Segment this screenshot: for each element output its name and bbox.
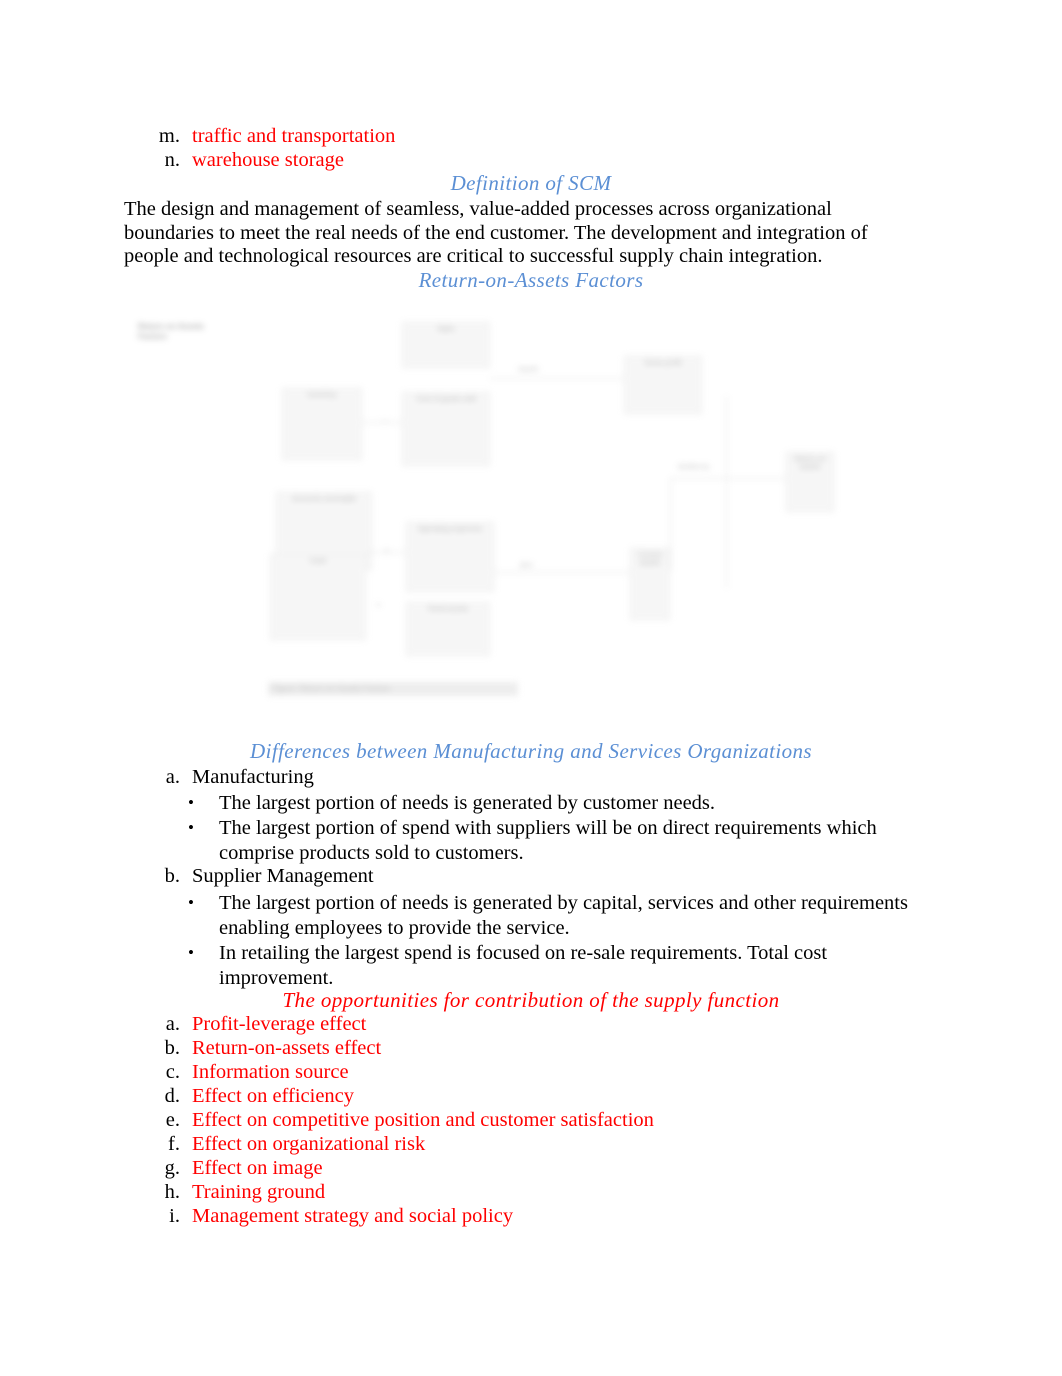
list-marker: a. — [165, 766, 180, 788]
bullet-label: The largest portion of spend with suppli… — [219, 817, 877, 864]
diagram-box-fixed-assets: Fixed assets — [406, 602, 490, 656]
diagram-box-operating-expenses: Operating expenses — [406, 522, 494, 592]
bullet-icon: • — [188, 893, 194, 912]
diagram-box-cost-of-goods-sold: Cost of goods sold — [402, 392, 490, 466]
list-item-label: Supplier Management — [192, 865, 374, 887]
list-item-supplier-management: b. Supplier Management — [146, 864, 374, 888]
list-item-label: Effect on organizational risk — [192, 1133, 426, 1155]
list-marker: g. — [164, 1157, 180, 1179]
list-item: b. Return-on-assets effect — [146, 1036, 654, 1060]
list-item: i. Management strategy and social policy — [146, 1204, 654, 1228]
list-item-label: Effect on competitive position and custo… — [192, 1109, 654, 1131]
diagram-box-sales: Sales — [402, 322, 490, 368]
list-item: g. Effect on image — [146, 1156, 654, 1180]
document-page: m. traffic and transportation n. warehou… — [0, 0, 1062, 1376]
heading-definition-of-scm: Definition of SCM — [450, 171, 612, 195]
diagram-connector — [490, 378, 624, 379]
list-item: f. Effect on organizational risk — [146, 1132, 654, 1156]
list-marker: e. — [165, 1109, 180, 1131]
heading-opportunities-supply-function: The opportunities for contribution of th… — [282, 988, 780, 1012]
list-marker: f. — [168, 1133, 180, 1155]
diagram-operator-plus-2: + — [376, 600, 382, 610]
bullet-label: The largest portion of needs is generate… — [219, 892, 908, 939]
diagram-connector — [366, 552, 406, 553]
heading-return-on-assets-factors: Return-on-Assets Factors — [418, 268, 644, 292]
list-item-label: Return-on-assets effect — [192, 1037, 382, 1059]
list-marker: b. — [164, 1037, 180, 1059]
list-item-label: Profit-leverage effect — [192, 1013, 367, 1035]
diagram-connector — [670, 478, 671, 570]
list-item-label: Management strategy and social policy — [192, 1205, 514, 1227]
diagram-box-return-on-assets: Return on assets — [786, 452, 834, 512]
list-item: c. Information source — [146, 1060, 654, 1084]
bullet-label: In retailing the largest spend is focuse… — [219, 942, 828, 989]
bullet-icon: • — [188, 793, 194, 812]
diagram-box-current-assets: Current assets — [630, 548, 670, 620]
list-marker: n. — [164, 149, 180, 171]
diagram-edge-label-divided-by: divided by — [678, 464, 710, 471]
diagram-box-gross-profit: Gross profit — [624, 356, 702, 414]
diagram-connector — [670, 478, 786, 479]
diagram-box-inventory: Inventory — [282, 388, 362, 460]
list-item-label: Information source — [192, 1061, 349, 1083]
bullet-icon: • — [188, 818, 194, 837]
list-item: d. Effect on efficiency — [146, 1084, 654, 1108]
scm-definition-paragraph: The design and management of seamless, v… — [124, 198, 868, 267]
list-item-label: Training ground — [192, 1181, 326, 1203]
list-marker: h. — [164, 1181, 180, 1203]
diagram-connector — [494, 572, 630, 573]
list-item: m. traffic and transportation — [146, 124, 396, 148]
bullet-item: • The largest portion of spend with supp… — [188, 816, 910, 865]
heading-differences-manufacturing-services: Differences between Manufacturing and Se… — [250, 739, 812, 763]
diagram-edge-label-equals: equals — [518, 366, 539, 373]
list-item: e. Effect on competitive position and cu… — [146, 1108, 654, 1132]
diagram-operator-plus-1: + — [384, 546, 390, 556]
diagram-connector — [362, 422, 402, 423]
list-item-label: Manufacturing — [192, 766, 314, 788]
list-marker: b. — [164, 865, 180, 887]
list-item: a. Profit-leverage effect — [146, 1012, 654, 1036]
list-item-label: Effect on image — [192, 1157, 323, 1179]
list-item-label: traffic and transportation — [192, 125, 396, 147]
list-item: h. Training ground — [146, 1180, 654, 1204]
list-item-manufacturing: a. Manufacturing — [146, 765, 314, 789]
diagram-caption: Figure: Return-on-Assets Factors — [268, 682, 518, 696]
list-marker: d. — [164, 1085, 180, 1107]
diagram-edge-label-plus: plus — [520, 562, 533, 569]
bullet-item: • In retailing the largest spend is focu… — [188, 941, 888, 990]
diagram-connector — [726, 396, 727, 588]
diagram-box-cash: Cash — [270, 554, 366, 640]
list-marker: m. — [158, 125, 180, 147]
list-item: n. warehouse storage — [146, 148, 395, 172]
bullet-item: • The largest portion of needs is genera… — [188, 791, 948, 816]
opportunities-alpha-list: a. Profit-leverage effect b. Return-on-a… — [146, 1012, 654, 1228]
list-item-label: warehouse storage — [192, 149, 344, 171]
diagram-operator-minus: − — [382, 416, 388, 426]
list-marker: a. — [165, 1013, 180, 1035]
list-marker: c. — [165, 1061, 180, 1083]
bullet-item: • The largest portion of needs is genera… — [188, 891, 940, 940]
bullet-label: The largest portion of needs is generate… — [219, 792, 716, 814]
bullet-icon: • — [188, 943, 194, 962]
list-item-label: Effect on efficiency — [192, 1085, 355, 1107]
list-marker: i. — [169, 1205, 180, 1227]
return-on-assets-diagram: Return on Assets Factors Sales Cost of g… — [130, 300, 860, 730]
diagram-title-block: Return on Assets Factors — [138, 322, 204, 341]
top-alpha-list: m. traffic and transportation n. warehou… — [146, 124, 396, 172]
